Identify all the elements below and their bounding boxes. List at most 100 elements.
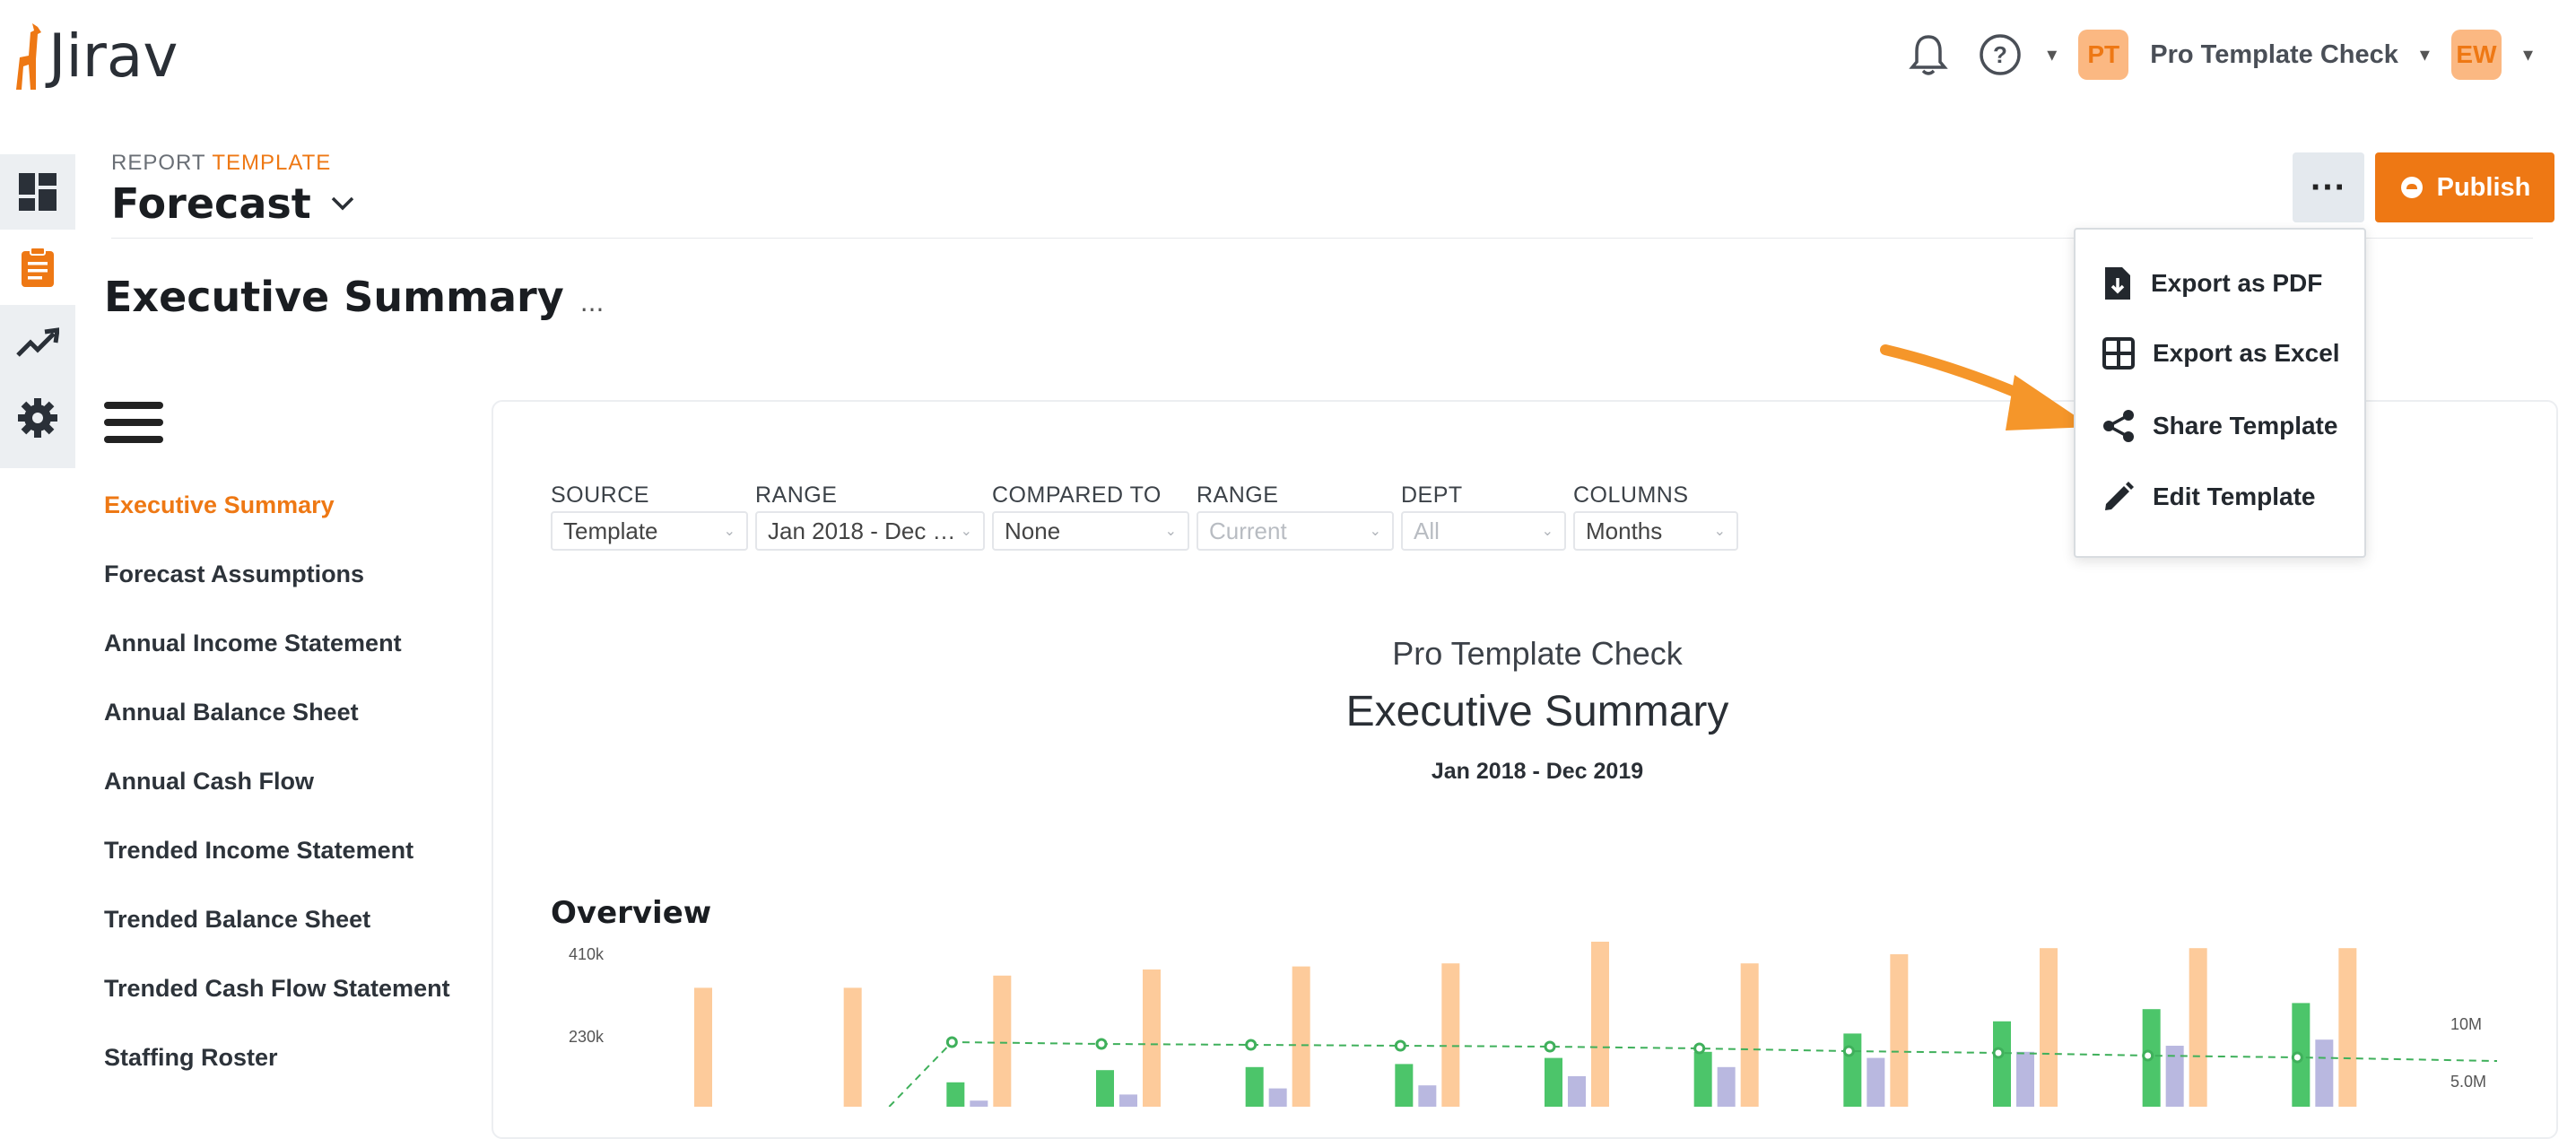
select-value: None: [1005, 517, 1061, 544]
clipboard-icon[interactable]: [0, 230, 75, 305]
chart-bar: [1441, 963, 1460, 1107]
report-list-item[interactable]: Trended Balance Sheet: [104, 906, 450, 975]
hamburger-icon[interactable]: [104, 402, 163, 445]
top-right-controls: ? ▾ PT Pro Template Check ▾ EW ▾: [1903, 27, 2533, 83]
menu-item-label: Share Template: [2153, 412, 2338, 439]
chart-bar: [2016, 1051, 2034, 1107]
org-caret-icon[interactable]: ▾: [2420, 43, 2430, 66]
filter-label: COMPARED TO: [992, 483, 1162, 508]
source-select[interactable]: Template ⌄: [551, 511, 748, 551]
help-caret-icon[interactable]: ▾: [2047, 43, 2057, 66]
cloud-upload-icon: [2400, 177, 2423, 198]
chart-bar: [1143, 969, 1161, 1107]
select-value: Current: [1209, 517, 1287, 544]
excel-grid-icon: [2102, 337, 2135, 370]
gear-icon[interactable]: [0, 380, 75, 456]
chevron-down-icon: ⌄: [1541, 524, 1553, 539]
chart-point: [2142, 1049, 2154, 1062]
org-switcher[interactable]: Pro Template Check: [2150, 40, 2398, 70]
report-list-item[interactable]: Annual Cash Flow: [104, 768, 450, 837]
chart-bar: [970, 1100, 988, 1107]
filter-label: COLUMNS: [1573, 483, 1689, 508]
chart-bar: [1395, 1064, 1414, 1107]
trending-icon[interactable]: [0, 305, 75, 380]
org-avatar[interactable]: PT: [2078, 30, 2129, 80]
menu-item-label: Export as Excel: [2153, 339, 2340, 367]
page-title-selector[interactable]: Forecast: [111, 179, 354, 228]
chart-bar: [2315, 1039, 2334, 1107]
report-list-item[interactable]: Annual Income Statement: [104, 630, 450, 699]
chevron-down-icon: ⌄: [960, 524, 972, 539]
menu-item-export-pdf[interactable]: Export as PDF: [2102, 265, 2322, 301]
chart-bar: [694, 987, 712, 1107]
dashboard-icon[interactable]: [0, 154, 75, 230]
y-tick-label: 230k: [569, 1028, 605, 1046]
user-caret-icon[interactable]: ▾: [2523, 43, 2533, 66]
compare-range-select[interactable]: Current ⌄: [1197, 511, 1394, 551]
report-list-item[interactable]: Trended Income Statement: [104, 837, 450, 906]
brand-name: Jirav: [48, 21, 178, 91]
filter-source: SOURCE Template ⌄: [551, 483, 748, 551]
chart-point: [945, 1036, 958, 1048]
chart-bar: [843, 987, 862, 1107]
select-value: Template: [563, 517, 658, 544]
filter-label: SOURCE: [551, 483, 649, 508]
report-list-item[interactable]: Trended Cash Flow Statement: [104, 975, 450, 1044]
y-tick-label: 410k: [569, 945, 605, 963]
select-value: All: [1414, 517, 1440, 544]
section-title-text: Executive Summary: [104, 273, 564, 321]
chart-bar: [1568, 1076, 1586, 1107]
section-title: Executive Summary ...: [104, 273, 604, 321]
filter-bar: SOURCE Template ⌄ RANGE Jan 2018 - Dec … ⌄…: [551, 483, 1738, 551]
user-avatar[interactable]: EW: [2450, 30, 2502, 80]
chart-bar: [1418, 1085, 1437, 1107]
chart-bar: [1545, 1057, 1562, 1107]
pencil-icon: [2105, 482, 2134, 510]
chart-bar: [2165, 1046, 2184, 1107]
chart-point: [1245, 1039, 1258, 1051]
publish-button[interactable]: Publish: [2375, 152, 2554, 222]
chart-point: [1095, 1038, 1108, 1050]
report-list-item[interactable]: Executive Summary: [104, 491, 450, 561]
menu-item-edit-template[interactable]: Edit Template: [2102, 481, 2316, 513]
range-select[interactable]: Jan 2018 - Dec … ⌄: [755, 511, 985, 551]
chart-bar: [1890, 954, 1909, 1107]
report-list: Executive Summary Forecast Assumptions A…: [104, 491, 450, 1113]
report-list-item[interactable]: Staffing Roster: [104, 1044, 450, 1113]
more-options-button[interactable]: ···: [2293, 152, 2364, 222]
share-icon: [2103, 410, 2134, 442]
report-name: Executive Summary: [1345, 688, 1729, 735]
columns-select[interactable]: Months ⌄: [1573, 511, 1738, 551]
chart-bar: [1292, 966, 1310, 1107]
chart-bar: [1993, 1021, 2011, 1107]
chart-point: [1394, 1039, 1406, 1052]
menu-item-label: Edit Template: [2153, 483, 2316, 510]
overview-chart: 410k 230k 10M 5.0M: [569, 942, 2498, 1107]
chart-bar: [946, 1082, 965, 1107]
compared-to-select[interactable]: None ⌄: [992, 511, 1189, 551]
menu-item-export-excel[interactable]: Export as Excel: [2102, 337, 2340, 370]
filter-range: RANGE Jan 2018 - Dec … ⌄: [755, 483, 985, 551]
y-tick-label: 10M: [2450, 1015, 2482, 1033]
chart-bar: [2338, 948, 2357, 1107]
filter-label: RANGE: [1197, 483, 1279, 508]
filter-label: RANGE: [755, 483, 838, 508]
breadcrumb: REPORT TEMPLATE: [111, 151, 331, 176]
chart-point: [2291, 1051, 2303, 1064]
section-options-icon[interactable]: ...: [580, 288, 605, 317]
dept-select[interactable]: All ⌄: [1401, 511, 1566, 551]
chevron-down-icon: ⌄: [723, 524, 735, 539]
help-circle-icon[interactable]: ?: [1975, 30, 2025, 80]
chart-bar: [1717, 1066, 1736, 1107]
nav-rail: [0, 154, 75, 468]
jirav-logo[interactable]: Jirav: [11, 20, 178, 91]
report-list-item[interactable]: Forecast Assumptions: [104, 561, 450, 630]
bell-icon[interactable]: [1903, 30, 1954, 80]
svg-text:?: ?: [1993, 41, 2007, 68]
chart-bar: [2189, 948, 2207, 1107]
report-list-item[interactable]: Annual Balance Sheet: [104, 699, 450, 768]
chart-bar: [1693, 1051, 1712, 1107]
menu-item-share-template[interactable]: Share Template: [2102, 409, 2337, 443]
giraffe-icon: [16, 23, 41, 90]
chart-bar: [1843, 1033, 1862, 1107]
